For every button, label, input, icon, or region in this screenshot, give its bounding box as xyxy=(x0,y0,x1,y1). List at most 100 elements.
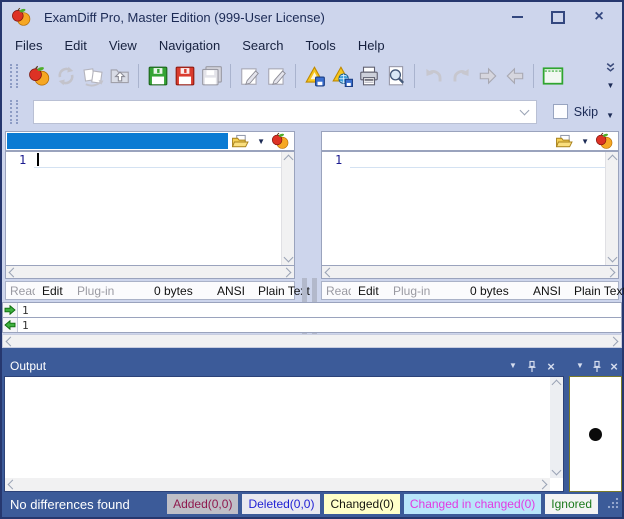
menu-help[interactable]: Help xyxy=(347,34,396,57)
previous-difference-button[interactable] xyxy=(501,62,528,90)
save-second-button[interactable] xyxy=(171,62,198,90)
scroll-right-icon[interactable] xyxy=(609,336,619,346)
filter-toolbar-options-button[interactable]: ▼ xyxy=(606,112,614,120)
output-horizontal-scrollbar[interactable] xyxy=(5,478,550,491)
left-file-size: 0 bytes xyxy=(154,284,193,298)
side-panel-header[interactable]: ▼ × xyxy=(569,356,622,376)
menu-bar: Files Edit View Navigation Search Tools … xyxy=(2,32,622,58)
diff-stat-badges: Added(0,0)Deleted(0,0)Changed(0)Changed … xyxy=(167,494,598,514)
menu-view[interactable]: View xyxy=(98,34,148,57)
scroll-right-icon[interactable] xyxy=(282,267,292,277)
output-vertical-scrollbar[interactable] xyxy=(550,377,563,478)
scroll-left-icon[interactable] xyxy=(6,336,16,346)
output-panel-header[interactable]: Output ▼ × xyxy=(2,356,564,376)
right-compare-button[interactable] xyxy=(595,131,613,151)
maximize-button[interactable] xyxy=(543,7,573,27)
diff-horizontal-scrollbar[interactable] xyxy=(2,334,622,348)
scroll-right-icon[interactable] xyxy=(606,267,616,277)
double-chevron-down-icon xyxy=(605,62,616,73)
output-menu-button[interactable]: ▼ xyxy=(507,359,519,373)
scroll-down-icon[interactable] xyxy=(283,253,293,263)
copy-to-left-button[interactable] xyxy=(3,318,18,332)
status-badge: Changed(0) xyxy=(324,494,399,514)
menu-navigation[interactable]: Navigation xyxy=(148,34,231,57)
pin-icon xyxy=(592,360,602,373)
scroll-left-icon[interactable] xyxy=(9,267,19,277)
scroll-left-icon[interactable] xyxy=(8,480,18,490)
next-difference-button[interactable] xyxy=(474,62,501,90)
right-edit-indicator: Edit xyxy=(358,284,379,298)
toolbar-grip[interactable] xyxy=(10,64,18,88)
right-editor-body[interactable]: 1 xyxy=(322,152,605,265)
resize-grip[interactable] xyxy=(606,496,619,514)
left-editor[interactable]: 1 xyxy=(5,151,295,266)
redo-button[interactable] xyxy=(447,62,474,90)
output-pin-button[interactable] xyxy=(526,359,538,373)
edit-second-file-button[interactable] xyxy=(263,62,290,90)
left-vertical-scrollbar[interactable] xyxy=(281,152,294,265)
output-close-button[interactable]: × xyxy=(545,359,557,373)
right-vertical-scrollbar[interactable] xyxy=(605,152,618,265)
copy-to-right-button[interactable] xyxy=(3,303,18,317)
current-line-indicator xyxy=(350,167,605,168)
side-panel-content[interactable] xyxy=(569,376,622,492)
left-filename-box[interactable] xyxy=(7,133,228,149)
menu-tools[interactable]: Tools xyxy=(294,34,346,57)
save-differences-as-html-button[interactable] xyxy=(328,62,355,90)
output-panel-content[interactable] xyxy=(4,376,564,492)
menu-search[interactable]: Search xyxy=(231,34,294,57)
toolbar-overflow-button[interactable] xyxy=(605,60,616,78)
compare-button[interactable] xyxy=(25,62,52,90)
menu-files[interactable]: Files xyxy=(4,34,53,57)
left-compare-button[interactable] xyxy=(271,131,289,151)
side-panel-pin-button[interactable] xyxy=(591,359,603,373)
left-editor-body[interactable]: 1 xyxy=(6,152,281,265)
print-preview-button[interactable] xyxy=(382,62,409,90)
right-line-number: 1 xyxy=(335,153,342,167)
left-horizontal-scrollbar[interactable] xyxy=(5,266,295,279)
scroll-right-icon[interactable] xyxy=(538,480,548,490)
previous-difference-icon xyxy=(504,65,526,87)
toolbar-options-button[interactable]: ▼ xyxy=(607,82,615,90)
show-file-panes-button[interactable] xyxy=(539,62,566,90)
right-open-file-button[interactable] xyxy=(555,134,574,149)
right-file-dropdown-button[interactable]: ▼ xyxy=(581,137,589,146)
right-file-pane: ▼ 1 Read Edit Plug-in xyxy=(318,129,622,302)
undo-button[interactable] xyxy=(420,62,447,90)
save-differences-button[interactable] xyxy=(301,62,328,90)
toolbar-grip[interactable] xyxy=(10,100,18,124)
save-first-button[interactable] xyxy=(144,62,171,90)
menu-edit[interactable]: Edit xyxy=(53,34,97,57)
print-button[interactable] xyxy=(355,62,382,90)
minimize-button[interactable] xyxy=(502,7,532,27)
swap-panes-button[interactable] xyxy=(79,62,106,90)
toolbar-separator xyxy=(295,64,296,88)
edit-first-file-button[interactable] xyxy=(236,62,263,90)
save-both-button[interactable] xyxy=(198,62,225,90)
close-icon: × xyxy=(547,360,555,373)
scroll-up-icon[interactable] xyxy=(283,155,293,165)
left-file-dropdown-button[interactable]: ▼ xyxy=(257,137,265,146)
skip-checkbox[interactable] xyxy=(553,104,568,119)
close-button[interactable]: × xyxy=(584,7,614,27)
skip-label: Skip xyxy=(574,105,598,119)
recompare-button[interactable] xyxy=(52,62,79,90)
dropdown-icon: ▼ xyxy=(509,362,517,370)
scroll-left-icon[interactable] xyxy=(325,267,335,277)
right-editor[interactable]: 1 xyxy=(321,151,619,266)
open-files-button[interactable] xyxy=(106,62,133,90)
open-folder-icon xyxy=(555,134,574,149)
scroll-down-icon[interactable] xyxy=(607,253,617,263)
close-icon: × xyxy=(594,9,603,25)
diff-line-row-first: 1 xyxy=(2,302,622,318)
right-horizontal-scrollbar[interactable] xyxy=(321,266,619,279)
side-panel-close-button[interactable]: × xyxy=(608,359,620,373)
scroll-down-icon[interactable] xyxy=(552,466,562,476)
scroll-up-icon[interactable] xyxy=(607,155,617,165)
scroll-up-icon[interactable] xyxy=(552,380,562,390)
right-filename-box[interactable] xyxy=(323,133,552,149)
filter-combobox[interactable] xyxy=(33,100,537,124)
left-open-file-button[interactable] xyxy=(231,134,250,149)
side-panel-menu-button[interactable]: ▼ xyxy=(574,359,586,373)
right-plugin-indicator: Plug-in xyxy=(393,284,430,298)
